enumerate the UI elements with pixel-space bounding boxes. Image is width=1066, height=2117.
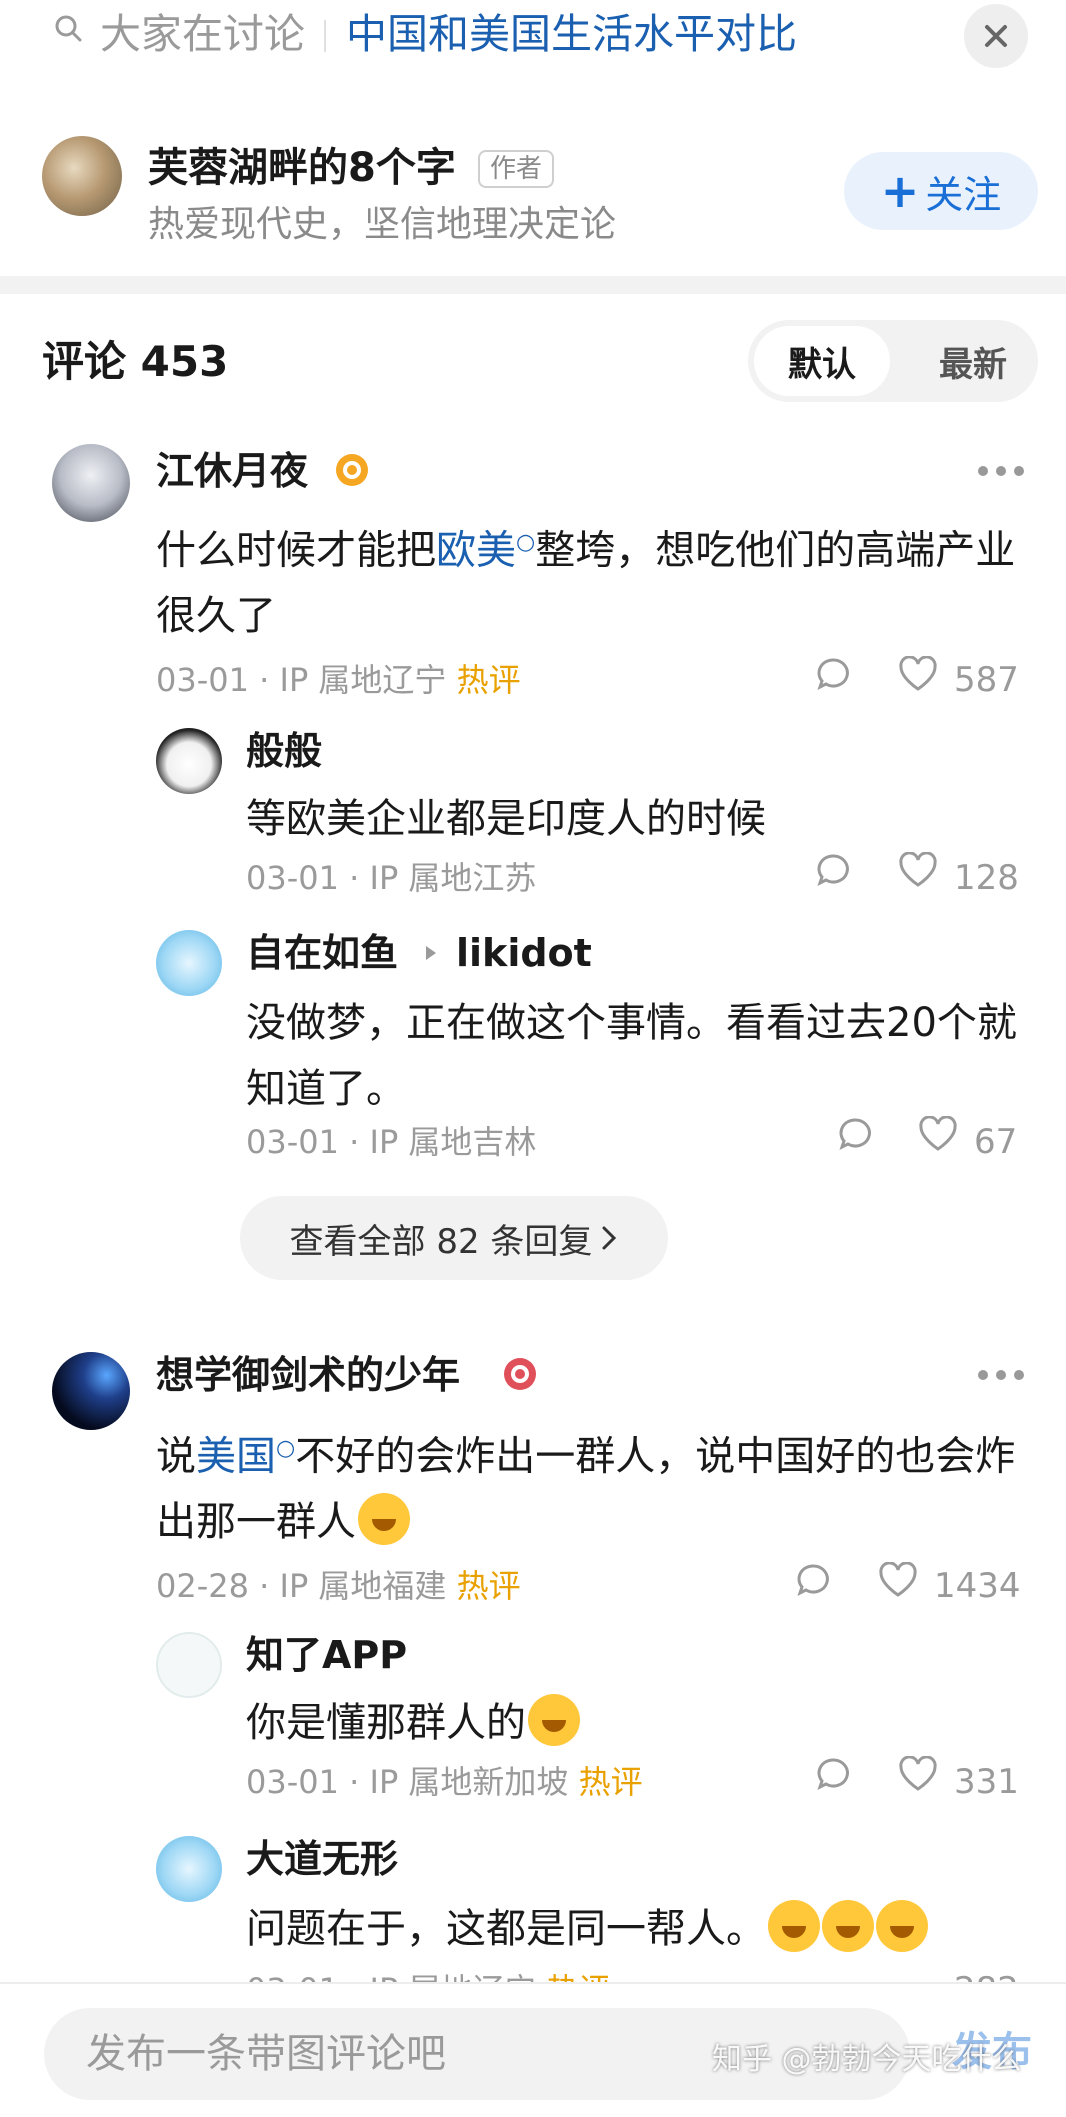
keyword-link[interactable]: 欧美 (436, 527, 516, 573)
laughing-emoji-icon (768, 1900, 820, 1952)
chevron-right-icon (602, 1226, 617, 1250)
laughing-emoji-icon (822, 1900, 874, 1952)
like-count: 128 (954, 858, 1019, 898)
avatar[interactable] (156, 1836, 222, 1902)
comment-text: 什么时候才能把欧美○整垮，想吃他们的高端产业很久了 (156, 527, 1016, 640)
avatar[interactable] (156, 930, 222, 996)
follow-button[interactable]: + 关注 (844, 152, 1038, 230)
laughing-emoji-icon (358, 1493, 410, 1546)
search-icon (55, 15, 82, 42)
close-button[interactable] (964, 4, 1028, 68)
watermark: 知乎 @勃勃今天吃什么 (712, 2042, 1022, 2077)
comment-meta: 02-28 · IP 属地福建 热评 (156, 1567, 521, 1605)
search-query-link[interactable]: 中国和美国生活水平对比 (346, 6, 797, 62)
author-avatar[interactable] (42, 136, 122, 216)
laughing-emoji-icon (876, 1900, 928, 1952)
hot-badge: 热评 (578, 1763, 643, 1801)
like-count: 331 (954, 1762, 1019, 1802)
more-icon[interactable] (976, 1368, 1026, 1382)
sort-default-tab[interactable]: 默认 (754, 326, 890, 396)
comment-icon[interactable] (816, 1756, 852, 1792)
keyword-link[interactable]: 美国 (196, 1433, 276, 1479)
heart-icon[interactable] (898, 1756, 938, 1792)
sort-latest-tab[interactable]: 最新 (918, 326, 1028, 396)
comment-input-placeholder: 发布一条带图评论吧 (86, 2031, 446, 2077)
search-label: 大家在讨论 (100, 10, 305, 58)
section-divider (0, 276, 1066, 294)
commenter-name[interactable]: 大道无形 (246, 1834, 398, 1884)
reply-meta: 03-01 · IP 属地江苏 (246, 859, 537, 897)
play-icon (426, 946, 436, 960)
commenter-name[interactable]: 般般 (246, 726, 322, 776)
reply-text: 你是懂那群人的 (246, 1690, 1026, 1756)
avatar[interactable] (156, 728, 222, 794)
avatar[interactable] (156, 1632, 222, 1698)
reply-text: 等欧美企业都是印度人的时候 (246, 796, 766, 842)
view-all-replies-button[interactable]: 查看全部 82 条回复 (240, 1196, 668, 1280)
reply-meta: 03-01 · IP 属地新加坡 热评 (246, 1763, 643, 1801)
comment-icon[interactable] (816, 852, 852, 888)
author-bio: 热爱现代史，坚信地理决定论 (148, 204, 617, 245)
commenter-name[interactable]: 自在如鱼 (246, 928, 398, 978)
like-count: 67 (974, 1122, 1018, 1162)
commenter-name[interactable]: 知了APP (246, 1630, 407, 1680)
author-name[interactable]: 芙蓉湖畔的8个字 (148, 142, 456, 194)
comments-title: 评论 453 (42, 337, 229, 386)
reply-text: 没做梦，正在做这个事情。看看过去20个就知道了。 (246, 1000, 1017, 1112)
reply-target-name[interactable]: likidot (456, 928, 592, 978)
reply-meta: 03-01 · IP 属地吉林 (246, 1123, 537, 1161)
reply-text: 问题在于，这都是同一帮人。 (246, 1896, 1036, 1962)
plus-icon: + (880, 164, 920, 218)
hot-badge: 热评 (456, 661, 521, 699)
comment-icon[interactable] (816, 656, 852, 692)
comment-icon[interactable] (838, 1116, 874, 1152)
heart-icon[interactable] (918, 1116, 958, 1152)
heart-icon[interactable] (898, 852, 938, 888)
hot-badge: 热评 (456, 1567, 521, 1605)
smiling-emoji-icon (528, 1694, 580, 1746)
follow-label: 关注 (925, 172, 1002, 217)
sort-toggle: 默认 最新 (748, 320, 1038, 402)
commenter-name[interactable]: 想学御剑术的少年 (156, 1350, 460, 1400)
comment-text: 说美国○不好的会炸出一群人，说中国好的也会炸出那一群人 (156, 1433, 1016, 1546)
search-icon: ○ (516, 530, 536, 555)
avatar[interactable] (52, 1352, 130, 1430)
search-icon: ○ (276, 1436, 296, 1461)
search-divider (324, 20, 326, 52)
badge-icon (336, 454, 368, 486)
author-tag: 作者 (478, 150, 555, 188)
close-icon (985, 25, 1007, 47)
like-count: 587 (954, 660, 1019, 700)
like-count: 1434 (934, 1566, 1021, 1606)
comment-meta: 03-01 · IP 属地辽宁 热评 (156, 661, 521, 699)
avatar[interactable] (52, 444, 130, 522)
heart-icon[interactable] (898, 656, 938, 692)
commenter-name[interactable]: 江休月夜 (156, 446, 308, 496)
badge-icon (504, 1358, 536, 1390)
heart-icon[interactable] (878, 1562, 918, 1598)
comment-icon[interactable] (796, 1562, 832, 1598)
more-icon[interactable] (976, 464, 1026, 478)
